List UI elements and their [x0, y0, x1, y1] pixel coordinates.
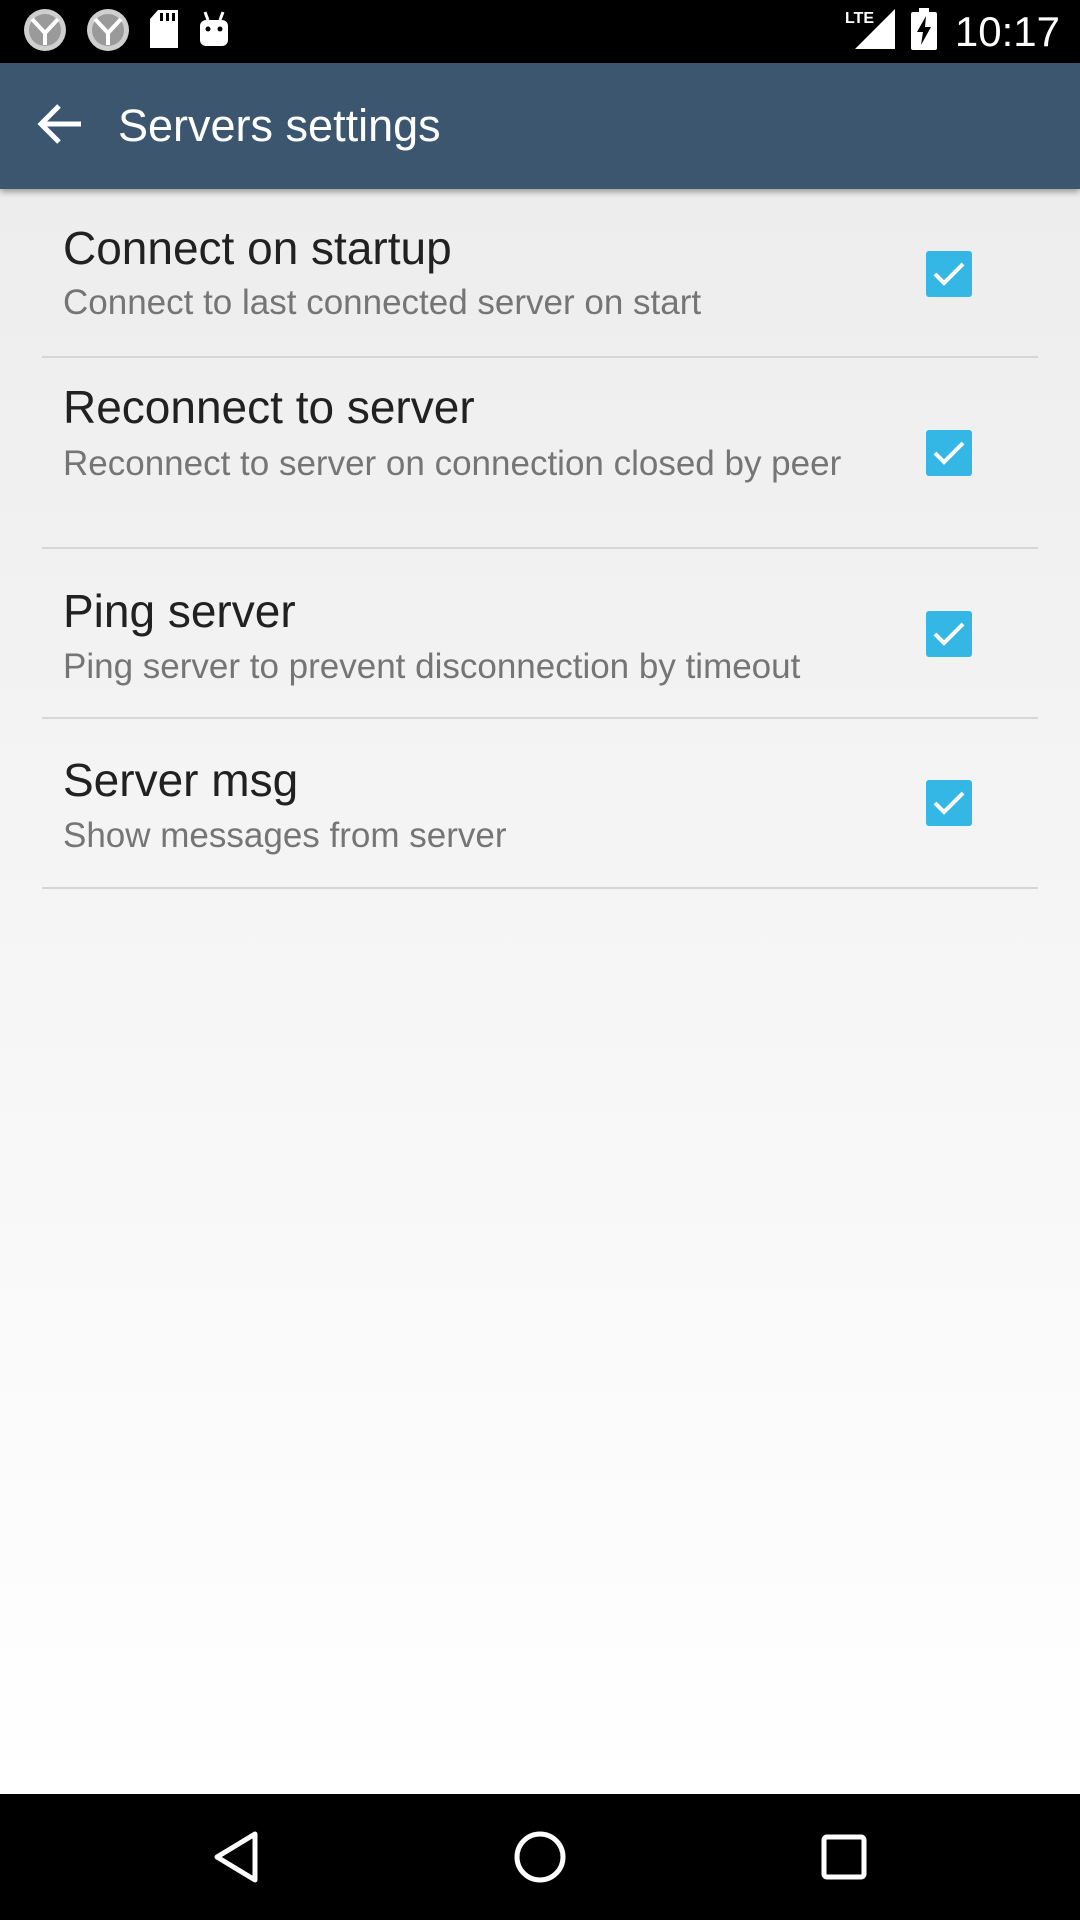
nav-recents-button[interactable] — [814, 1827, 874, 1887]
app-bar: Servers settings — [0, 63, 1080, 189]
pref-connect-on-startup[interactable]: Connect on startup Connect to last conne… — [42, 189, 1038, 358]
settings-content: Connect on startup Connect to last conne… — [0, 189, 1080, 1794]
pref-title: Reconnect to server — [63, 381, 475, 433]
pref-summary: Reconnect to server on connection closed… — [63, 444, 842, 483]
back-triangle-icon — [214, 1831, 258, 1883]
back-button[interactable] — [24, 90, 96, 162]
checkbox-server-msg[interactable] — [926, 780, 972, 826]
check-icon — [933, 622, 965, 646]
pref-title: Ping server — [63, 585, 296, 637]
nav-home-button[interactable] — [510, 1827, 570, 1887]
pref-title: Server msg — [63, 754, 299, 806]
pref-summary: Show messages from server — [63, 816, 507, 855]
checkbox-ping-server[interactable] — [926, 611, 972, 657]
navigation-bar — [0, 1794, 1080, 1920]
clock: 10:17 — [954, 7, 1060, 55]
system-indicators: LTE 10:17 — [845, 0, 1060, 63]
pref-server-msg[interactable]: Server msg Show messages from server — [42, 719, 1038, 889]
check-icon — [933, 262, 965, 286]
checkbox-connect-on-startup[interactable] — [926, 251, 972, 297]
pref-title: Connect on startup — [63, 222, 452, 274]
app-notification-icon — [22, 7, 68, 58]
notification-icons — [22, 8, 248, 56]
sd-card-icon — [148, 9, 180, 55]
check-icon — [933, 441, 965, 465]
pref-reconnect-to-server[interactable]: Reconnect to server Reconnect to server … — [42, 358, 1038, 549]
check-icon — [933, 791, 965, 815]
checkbox-reconnect-to-server[interactable] — [926, 430, 972, 476]
status-bar: LTE 10:17 — [0, 0, 1080, 63]
nav-back-button[interactable] — [206, 1827, 266, 1887]
app-notification-icon — [85, 7, 131, 58]
network-type-label: LTE — [845, 10, 874, 27]
android-debug-icon — [197, 10, 231, 54]
page-title: Servers settings — [118, 100, 441, 151]
pref-summary: Ping server to prevent disconnection by … — [63, 647, 801, 686]
battery-charging-icon — [910, 8, 937, 55]
arrow-back-icon — [37, 103, 83, 149]
pref-ping-server[interactable]: Ping server Ping server to prevent disco… — [42, 549, 1038, 719]
preference-list: Connect on startup Connect to last conne… — [0, 189, 1080, 889]
pref-summary: Connect to last connected server on star… — [63, 283, 702, 322]
lte-signal-icon: LTE — [845, 7, 897, 56]
home-circle-icon — [514, 1831, 566, 1883]
recents-square-icon — [821, 1834, 867, 1880]
